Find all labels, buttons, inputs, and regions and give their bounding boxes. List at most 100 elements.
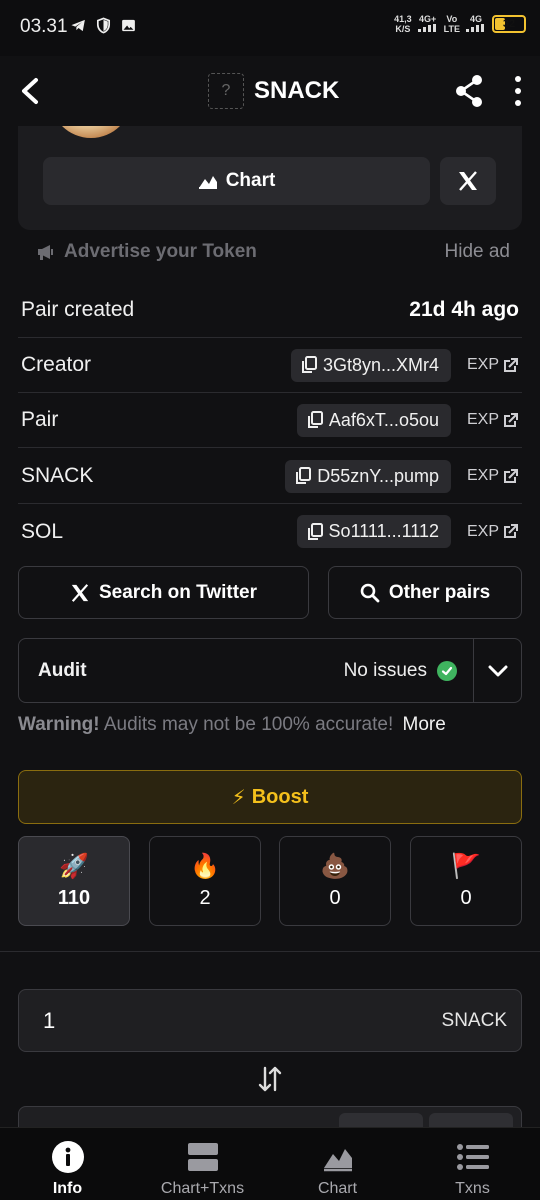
address-row-snack: SNACK D55znY...pump EXP [18, 449, 522, 504]
net-4g-plus: 4G+ [417, 14, 438, 34]
advertise-token-link[interactable]: Advertise your Token [36, 241, 257, 263]
explorer-link[interactable]: EXP [467, 467, 522, 485]
fire-icon: 🔥 [190, 852, 220, 880]
search-on-twitter-label: Search on Twitter [98, 581, 257, 603]
nav-chart-txns[interactable]: Chart+Txns [135, 1128, 270, 1200]
copy-address-button[interactable]: Aaf6xT...o5ou [296, 403, 451, 437]
ad-row: Advertise your Token Hide ad [36, 238, 510, 266]
copy-icon [296, 467, 312, 484]
swap-amount: 1 [43, 1007, 56, 1033]
search-on-twitter-button[interactable]: Search on Twitter [18, 566, 309, 619]
hide-ad-button[interactable]: Hide ad [445, 241, 511, 263]
megaphone-icon [38, 245, 53, 260]
nav-info[interactable]: Info [0, 1128, 135, 1200]
explorer-link[interactable]: EXP [467, 356, 522, 374]
reaction-fire[interactable]: 🔥 2 [149, 836, 261, 926]
copy-address-button[interactable]: D55znY...pump [285, 459, 451, 493]
swap-amount-input[interactable]: 1 SNACK [18, 989, 522, 1052]
area-chart-icon [321, 1140, 355, 1174]
page-title: SNACK [254, 77, 340, 104]
reaction-count: 110 [57, 886, 91, 909]
chevron-down-icon [488, 665, 507, 676]
check-circle-icon [437, 660, 457, 681]
warning-more-link[interactable]: More [403, 714, 446, 735]
explorer-link[interactable]: EXP [467, 523, 522, 541]
swap-direction-icon[interactable] [257, 1064, 283, 1094]
audit-status-text: No issues [343, 659, 427, 681]
reaction-count: 0 [329, 886, 341, 909]
telegram-icon [71, 19, 85, 32]
token-avatar [50, 126, 132, 138]
token-card: Chart [18, 126, 522, 230]
explorer-label: EXP [466, 411, 499, 428]
external-link-icon [504, 468, 518, 483]
copy-address-button[interactable]: 3Gt8yn...XMr4 [290, 348, 451, 382]
boost-label: Boost [251, 785, 309, 808]
more-options-icon[interactable] [512, 76, 524, 106]
explorer-link[interactable]: EXP [467, 411, 522, 429]
nav-label: Chart [317, 1180, 358, 1197]
explorer-label: EXP [466, 522, 499, 540]
address-value: 3Gt8yn...XMr4 [322, 354, 439, 375]
search-icon [360, 583, 380, 602]
share-icon[interactable] [454, 74, 484, 108]
volte-indicator: Vo LTE [443, 14, 460, 34]
warning-text: Audits may not be 100% accurate! [103, 714, 394, 735]
address-label: Pair [21, 408, 59, 431]
reaction-red-flag[interactable]: 🚩 0 [410, 836, 522, 926]
nav-chart[interactable]: Chart [270, 1128, 405, 1200]
status-bar: 03.31 41,3 K/S 4G+ Vo LTE 4G 32 [0, 0, 540, 56]
chart-button[interactable]: Chart [43, 157, 430, 205]
pair-created-label: Pair created [21, 298, 135, 321]
battery-percent: 32 [502, 18, 516, 30]
address-label: SNACK [21, 464, 94, 487]
audit-panel[interactable]: Audit No issues [18, 638, 522, 703]
expand-audit-button[interactable] [473, 639, 521, 702]
audit-label: Audit [38, 659, 87, 681]
battery-indicator: 32 [492, 15, 526, 33]
net-4g: 4G [466, 14, 486, 34]
other-pairs-button[interactable]: Other pairs [328, 566, 522, 619]
address-label: SOL [21, 519, 64, 543]
shield-icon [96, 17, 111, 34]
address-row-pair: Pair Aaf6xT...o5ou EXP [18, 393, 522, 448]
copy-address-button[interactable]: So1111...1112 [296, 515, 451, 548]
copy-icon [307, 411, 323, 428]
address-value: Aaf6xT...o5ou [328, 409, 439, 430]
nav-txns[interactable]: Txns [405, 1128, 540, 1200]
x-twitter-button[interactable] [440, 157, 496, 205]
explorer-label: EXP [466, 467, 499, 484]
lightning-icon: ⚡ [231, 786, 246, 809]
nav-label: Txns [455, 1180, 490, 1197]
red-flag-icon: 🚩 [451, 852, 481, 880]
split-view-icon [186, 1140, 220, 1174]
nav-label: Chart+Txns [160, 1180, 245, 1197]
address-row-creator: Creator 3Gt8yn...XMr4 EXP [18, 338, 522, 393]
reaction-poop[interactable]: 💩 0 [279, 836, 391, 926]
status-time: 03.31 [20, 16, 68, 37]
gallery-icon [122, 19, 135, 32]
app-bar: ? SNACK [0, 56, 540, 126]
warning-bold: Warning! [18, 714, 100, 735]
reaction-rocket[interactable]: 🚀 110 [18, 836, 130, 926]
address-value: So1111...1112 [328, 521, 439, 541]
address-label: Creator [21, 353, 92, 376]
area-chart-icon [198, 176, 217, 189]
other-pairs-label: Other pairs [388, 581, 491, 603]
rocket-icon: 🚀 [59, 852, 89, 880]
boost-button[interactable]: ⚡ Boost [18, 770, 522, 824]
token-placeholder-icon: ? [208, 73, 244, 109]
advertise-label: Advertise your Token [64, 241, 257, 262]
external-link-icon [504, 524, 518, 538]
list-icon [456, 1140, 490, 1174]
back-arrow-icon[interactable] [18, 76, 44, 106]
external-link-icon [504, 412, 518, 427]
copy-icon [307, 522, 323, 540]
external-link-icon [504, 357, 518, 372]
signal-bars-icon [417, 24, 436, 32]
section-divider [0, 951, 540, 952]
poop-icon: 💩 [320, 852, 350, 880]
reaction-count: 0 [460, 886, 472, 909]
audit-warning: Warning! Audits may not be 100% accurate… [18, 714, 446, 736]
chart-button-label: Chart [225, 170, 276, 191]
